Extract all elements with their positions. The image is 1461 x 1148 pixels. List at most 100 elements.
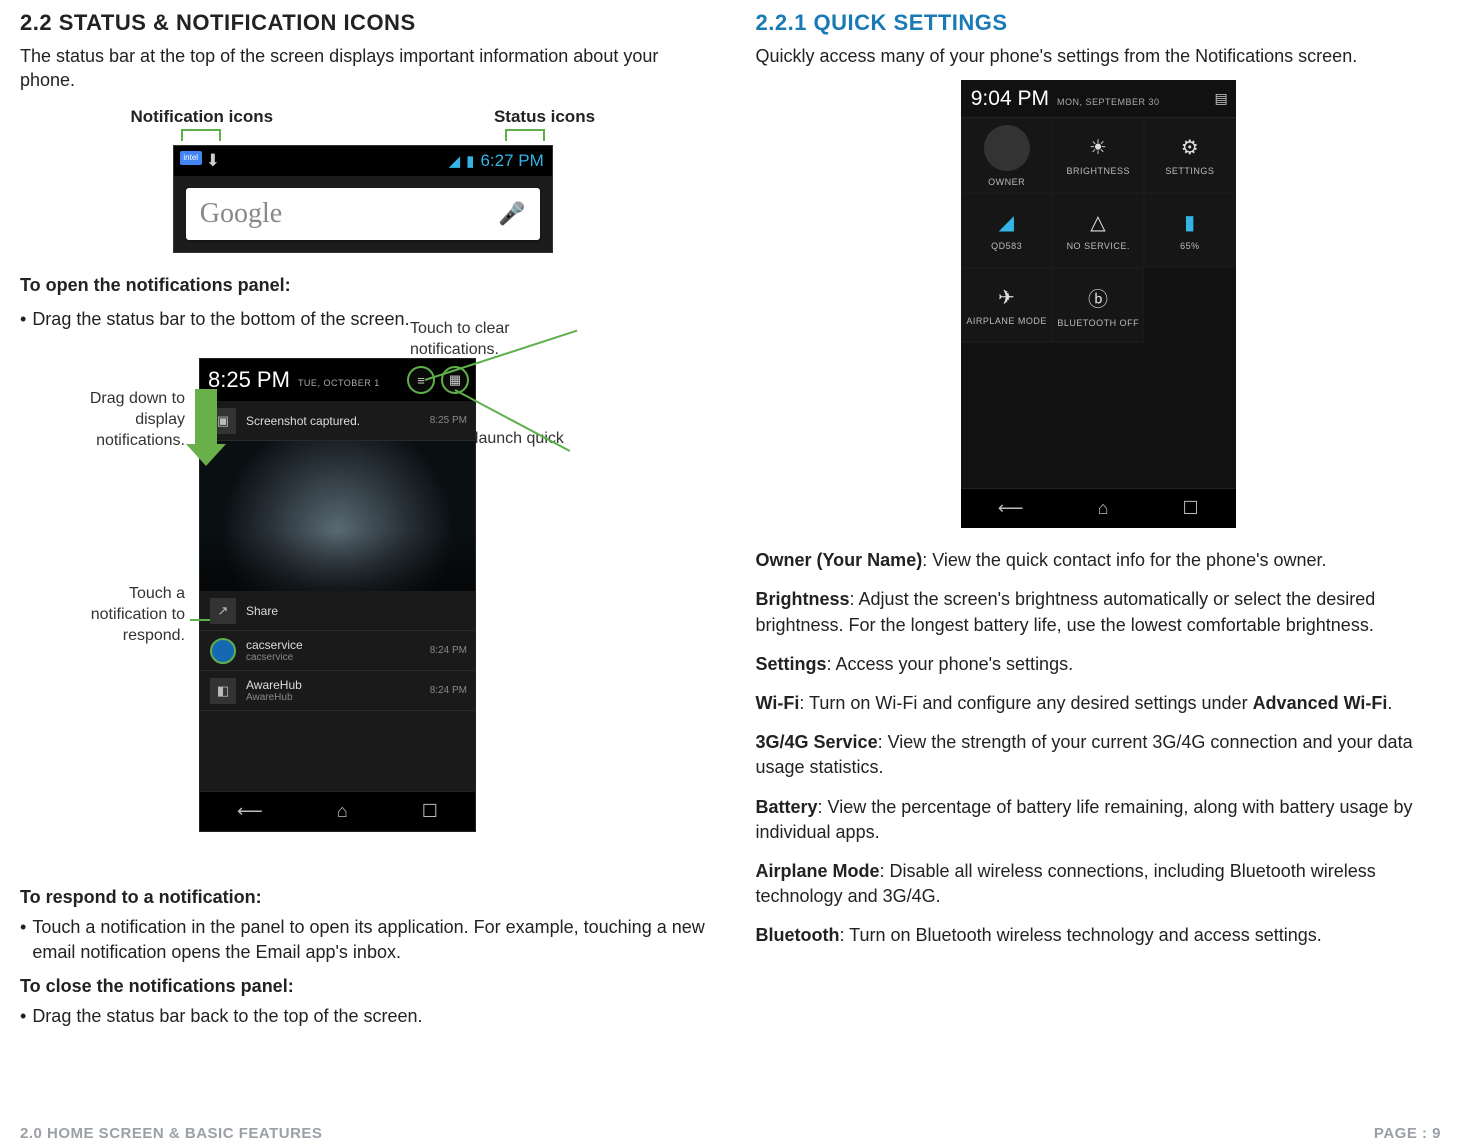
battery-icon: ▮ [1184, 210, 1196, 235]
notification-timestamp: 8:24 PM [430, 645, 467, 656]
share-icon: ↗ [210, 598, 236, 624]
tile-brightness[interactable]: ☀ BRIGHTNESS [1052, 118, 1144, 193]
qs-time: 9:04 PM [971, 87, 1049, 111]
home-icon[interactable]: ⌂ [1098, 498, 1109, 519]
figure-statusbar: intel ⬇ ◢ ▮ 6:27 PM Google 🎤 [173, 145, 553, 253]
tile-settings[interactable]: ⚙ SETTINGS [1144, 118, 1236, 193]
tile-battery[interactable]: ▮ 65% [1144, 193, 1236, 268]
tile-service[interactable]: △ NO SERVICE. [1052, 193, 1144, 268]
def-settings: Settings: Access your phone's settings. [756, 652, 1442, 677]
tile-owner-label: OWNER [988, 177, 1025, 187]
intel-icon [210, 638, 236, 664]
label-notification-icons: Notification icons [130, 107, 273, 127]
tile-owner[interactable]: OWNER [961, 118, 1053, 193]
back-icon[interactable]: ⟵ [998, 498, 1024, 519]
tile-airplane[interactable]: ✈ AIRPLANE MODE [961, 268, 1053, 343]
bluetooth-icon: ⓑ [1088, 283, 1109, 312]
tile-empty [1144, 268, 1236, 343]
tile-battery-label: 65% [1180, 241, 1200, 251]
subheading-respond: To respond to a notification: [20, 885, 706, 909]
bullet-open-panel-text: Drag the status bar to the bottom of the… [32, 307, 409, 331]
notification-row-awarehub[interactable]: ◧ AwareHub AwareHub 8:24 PM [200, 671, 475, 711]
callout-drag-down: Drag down to display notifications. [55, 389, 185, 451]
clear-notifications-button[interactable]: ≡ [407, 366, 435, 394]
download-icon: ⬇ [206, 151, 220, 171]
bullet-respond: •Touch a notification in the panel to op… [20, 915, 706, 964]
figure1-labels: Notification icons Status icons [20, 107, 706, 127]
notification-title: Screenshot captured. [246, 414, 360, 428]
qs-tiles: OWNER ☀ BRIGHTNESS ⚙ SETTINGS ◢ QD583 [961, 118, 1236, 343]
tile-airplane-label: AIRPLANE MODE [966, 316, 1047, 326]
figure-notifications-panel: 8:25 PM TUE, OCTOBER 1 ≡ ▦ ▣ Screenshot … [200, 359, 475, 831]
app-icon: ◧ [210, 678, 236, 704]
heading-status-icons: 2.2 STATUS & NOTIFICATION ICONS [20, 10, 706, 36]
settings-slider-icon: ⚙ [1181, 135, 1199, 160]
notif-date: TUE, OCTOBER 1 [298, 378, 380, 388]
home-icon[interactable]: ⌂ [337, 801, 348, 822]
mic-icon[interactable]: 🎤 [498, 201, 525, 227]
label-status-icons: Status icons [494, 107, 595, 127]
battery-icon: ▮ [466, 152, 474, 170]
quick-settings-intro: Quickly access many of your phone's sett… [756, 44, 1442, 68]
subheading-open-panel: To open the notifications panel: [20, 273, 706, 297]
qs-empty-area [961, 343, 1236, 488]
def-battery: Battery: View the percentage of battery … [756, 795, 1442, 845]
back-icon[interactable]: ⟵ [237, 801, 263, 822]
notifications-toggle-icon[interactable]: ▤ [1215, 90, 1228, 107]
def-airplane: Airplane Mode: Disable all wireless conn… [756, 859, 1442, 909]
notification-title: AwareHub [246, 678, 302, 692]
status-bar[interactable]: intel ⬇ ◢ ▮ 6:27 PM [174, 146, 552, 176]
recent-icon[interactable]: ☐ [422, 801, 438, 822]
share-label: Share [246, 604, 278, 618]
def-service: 3G/4G Service: View the strength of your… [756, 730, 1442, 780]
heading-quick-settings: 2.2.1 QUICK SETTINGS [756, 10, 1442, 36]
signal-icon: △ [1090, 210, 1106, 235]
tile-bluetooth-label: BLUETOOTH OFF [1057, 318, 1139, 328]
brightness-icon: ☀ [1089, 135, 1107, 160]
notification-preview-image [200, 441, 475, 591]
share-row[interactable]: ↗ Share [200, 591, 475, 631]
left-column: 2.2 STATUS & NOTIFICATION ICONS The stat… [20, 0, 706, 1039]
notification-timestamp: 8:25 PM [430, 415, 467, 426]
notifications-header[interactable]: 8:25 PM TUE, OCTOBER 1 ≡ ▦ [200, 359, 475, 401]
footer-page-number: PAGE : 9 [1374, 1125, 1441, 1142]
intel-badge-icon: intel [180, 151, 202, 165]
intro-text: The status bar at the top of the screen … [20, 44, 706, 93]
clock-text: 6:27 PM [480, 151, 543, 171]
avatar-icon [984, 125, 1030, 171]
notification-title: cacservice [246, 638, 303, 652]
notification-timestamp: 8:24 PM [430, 685, 467, 696]
notification-subtitle: cacservice [246, 652, 303, 663]
callout-touch-notification: Touch a notification to respond. [55, 584, 185, 646]
grid-icon: ▦ [449, 372, 461, 388]
qs-header[interactable]: 9:04 PM MON, SEPTEMBER 30 ▤ [961, 80, 1236, 118]
notification-row-screenshot[interactable]: ▣ Screenshot captured. 8:25 PM [200, 401, 475, 441]
notification-subtitle: AwareHub [246, 692, 302, 703]
airplane-icon: ✈ [998, 285, 1015, 310]
tile-wifi[interactable]: ◢ QD583 [961, 193, 1053, 268]
tile-wifi-label: QD583 [991, 241, 1022, 251]
arrow-down-icon [195, 389, 226, 466]
bullet-respond-text: Touch a notification in the panel to ope… [32, 915, 705, 964]
right-column: 2.2.1 QUICK SETTINGS Quickly access many… [756, 0, 1442, 1039]
android-nav-bar: ⟵ ⌂ ☐ [200, 791, 475, 831]
google-search-bar[interactable]: Google 🎤 [186, 188, 540, 240]
google-logo: Google [200, 198, 282, 230]
recent-icon[interactable]: ☐ [1183, 498, 1199, 519]
bullet-close-panel: •Drag the status bar back to the top of … [20, 1004, 706, 1028]
footer-chapter: 2.0 HOME SCREEN & BASIC FEATURES [20, 1125, 322, 1142]
clear-icon: ≡ [417, 373, 425, 388]
def-wifi: Wi-Fi: Turn on Wi-Fi and configure any d… [756, 691, 1442, 716]
subheading-close-panel: To close the notifications panel: [20, 974, 706, 998]
qs-date: MON, SEPTEMBER 30 [1057, 97, 1160, 107]
definitions-list: Owner (Your Name): View the quick contac… [756, 548, 1442, 948]
tile-settings-label: SETTINGS [1165, 166, 1214, 176]
def-brightness: Brightness: Adjust the screen's brightne… [756, 587, 1442, 637]
notification-row-cacservice[interactable]: cacservice cacservice 8:24 PM [200, 631, 475, 671]
tile-brightness-label: BRIGHTNESS [1066, 166, 1130, 176]
wifi-icon: ◢ [999, 210, 1015, 235]
android-nav-bar: ⟵ ⌂ ☐ [961, 488, 1236, 528]
bullet-open-panel: •Drag the status bar to the bottom of th… [20, 307, 410, 331]
tile-bluetooth[interactable]: ⓑ BLUETOOTH OFF [1052, 268, 1144, 343]
figure-quick-settings: 9:04 PM MON, SEPTEMBER 30 ▤ OWNER ☀ BRIG… [961, 80, 1236, 528]
